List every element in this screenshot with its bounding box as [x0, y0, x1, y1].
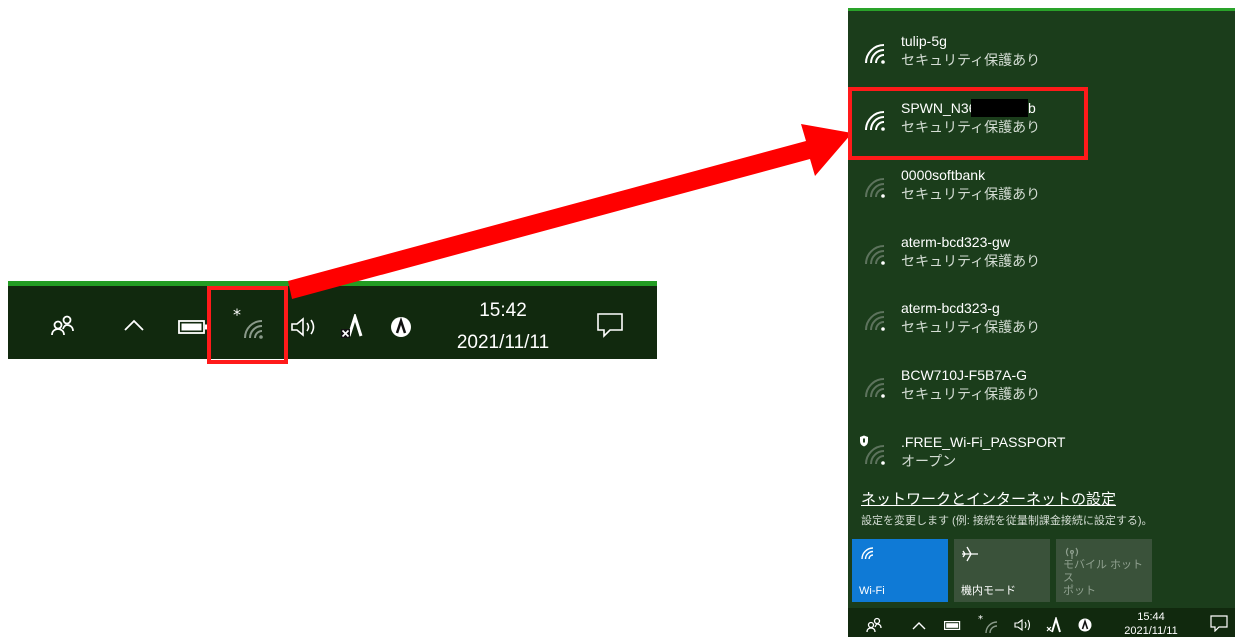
- clock[interactable]: 15:44 2021/11/11: [1116, 610, 1186, 637]
- network-security: セキュリティ保護あり: [901, 319, 1041, 335]
- network-ssid: .FREE_Wi-Fi_PASSPORT: [901, 434, 1066, 450]
- clock[interactable]: 15:42 2021/11/11: [438, 298, 568, 358]
- network-item[interactable]: tulip-5g セキュリティ保護あり: [848, 24, 1235, 88]
- network-item[interactable]: 0000softbank セキュリティ保護あり: [848, 158, 1235, 222]
- wifi-airplane-icon[interactable]: *: [978, 614, 998, 634]
- wifi-signal-icon: [860, 42, 886, 64]
- network-settings-link[interactable]: ネットワークとインターネットの設定: [861, 490, 1116, 510]
- airplane-mode-tile[interactable]: 機内モード: [954, 539, 1050, 602]
- battery-icon[interactable]: [178, 320, 208, 334]
- app-a-icon[interactable]: [1046, 617, 1062, 633]
- people-icon[interactable]: [866, 616, 882, 632]
- app-a-icon[interactable]: [340, 314, 366, 340]
- network-item[interactable]: aterm-bcd323-gw セキュリティ保護あり: [848, 225, 1235, 289]
- action-center-icon[interactable]: [596, 312, 624, 338]
- airplane-tile-label: 機内モード: [961, 585, 1016, 597]
- network-security: セキュリティ保護あり: [901, 253, 1041, 269]
- mobile-hotspot-tile[interactable]: モバイル ホットス ポット: [1056, 539, 1152, 602]
- wifi-signal-icon: [860, 376, 886, 398]
- hotspot-tile-label: モバイル ホットス ポット: [1063, 559, 1144, 597]
- volume-icon[interactable]: [1014, 618, 1032, 632]
- action-center-icon[interactable]: [1210, 615, 1228, 632]
- wifi-signal-icon: [860, 176, 886, 198]
- clock-time: 15:44: [1137, 611, 1165, 623]
- network-ssid: 0000softbank: [901, 167, 986, 183]
- wifi-open-shield-icon: [858, 435, 888, 465]
- network-settings-description: 設定を変更します (例: 接続を従量制課金接続に設定する)。: [861, 515, 1153, 527]
- network-security: セキュリティ保護あり: [901, 386, 1041, 402]
- network-item[interactable]: .FREE_Wi-Fi_PASSPORT オープン: [848, 425, 1235, 489]
- hotspot-icon: [1063, 546, 1081, 560]
- wifi-toggle-tile[interactable]: Wi-Fi: [852, 539, 948, 602]
- network-ssid: aterm-bcd323-gw: [901, 234, 1010, 250]
- network-ssid: aterm-bcd323-g: [901, 300, 1000, 316]
- selected-network-highlight: [848, 87, 1088, 160]
- network-security: セキュリティ保護あり: [901, 186, 1041, 202]
- network-ssid: BCW710J-F5B7A-G: [901, 367, 1028, 383]
- clock-date: 2021/11/11: [1124, 625, 1178, 637]
- clock-date: 2021/11/11: [456, 332, 550, 353]
- svg-text:*: *: [978, 614, 983, 625]
- people-icon[interactable]: [50, 314, 76, 336]
- wifi-icon-highlight: [207, 286, 288, 364]
- airplane-icon: [961, 546, 979, 562]
- wifi-icon: [859, 546, 875, 560]
- network-security: セキュリティ保護あり: [901, 52, 1041, 68]
- chevron-up-icon[interactable]: [912, 620, 926, 630]
- app-circle-icon[interactable]: [390, 316, 412, 338]
- wifi-signal-icon: [860, 309, 886, 331]
- app-circle-icon[interactable]: [1078, 618, 1092, 632]
- network-ssid: tulip-5g: [901, 33, 947, 49]
- taskbar: * 15:42 2021/11/11: [8, 281, 657, 359]
- clock-time: 15:42: [479, 300, 527, 321]
- chevron-up-icon[interactable]: [124, 318, 144, 332]
- network-security: オープン: [901, 453, 957, 469]
- volume-icon[interactable]: [290, 316, 318, 338]
- network-item[interactable]: aterm-bcd323-g セキュリティ保護あり: [848, 291, 1235, 355]
- taskbar-mini: * 15:44 2021/11/11: [848, 608, 1235, 637]
- wifi-signal-icon: [860, 243, 886, 265]
- battery-icon[interactable]: [944, 621, 962, 630]
- wifi-tile-label: Wi-Fi: [859, 585, 885, 597]
- network-item[interactable]: BCW710J-F5B7A-G セキュリティ保護あり: [848, 358, 1235, 422]
